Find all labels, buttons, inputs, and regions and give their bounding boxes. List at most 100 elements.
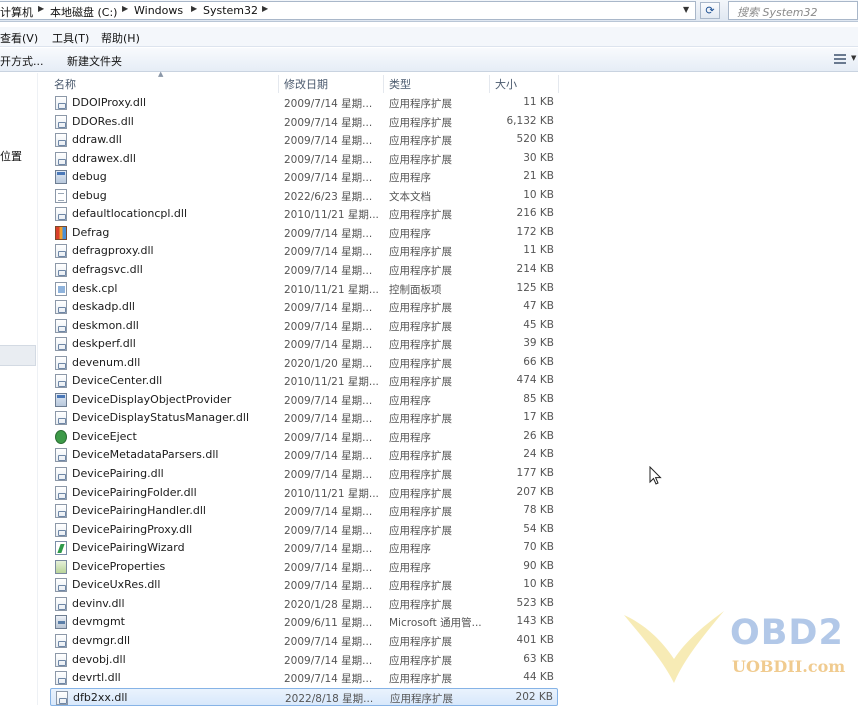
- file-name: DDOIProxy.dll: [72, 96, 146, 109]
- file-row[interactable]: DevicePairing.dll 2009/7/14 星期... 应用程序扩展 17…: [50, 465, 558, 483]
- file-row[interactable]: DeviceProperties 2009/7/14 星期... 应用程序 90 KB: [50, 558, 558, 576]
- file-date: 2009/7/14 星期...: [284, 562, 373, 574]
- file-row[interactable]: DevicePairingFolder.dll 2010/11/21 星期... 应…: [50, 484, 558, 502]
- breadcrumb[interactable]: 计算机 ▶ 本地磁盘 (C:) ▶ Windows ▶ System32 ▶ ▼: [0, 1, 696, 20]
- file-type: 应用程序: [389, 395, 431, 407]
- file-date: 2009/7/14 星期...: [284, 543, 373, 555]
- file-name: devenum.dll: [72, 356, 141, 369]
- column-divider[interactable]: [558, 75, 559, 93]
- file-row[interactable]: DDOIProxy.dll 2009/7/14 星期... 应用程序扩展 11 KB: [50, 94, 558, 112]
- nav-item-selected[interactable]: [0, 345, 36, 366]
- dll-file-icon: [55, 448, 67, 462]
- file-size: 177 KB: [516, 467, 554, 479]
- command-bar: 开方式... 新建文件夹 ▼: [0, 48, 858, 72]
- breadcrumb-separator-icon[interactable]: ▶: [38, 4, 44, 13]
- file-row[interactable]: DeviceCenter.dll 2010/11/21 星期... 应用程序扩展 47…: [50, 372, 558, 390]
- file-row[interactable]: debug 2009/7/14 星期... 应用程序 21 KB: [50, 168, 558, 186]
- breadcrumb-separator-icon[interactable]: ▶: [191, 4, 197, 13]
- dll-file-icon: [55, 523, 67, 537]
- refresh-button[interactable]: ⟳: [700, 2, 720, 19]
- file-row[interactable]: DeviceDisplayStatusManager.dll 2009/7/14 …: [50, 409, 558, 427]
- file-size: 30 KB: [523, 152, 554, 164]
- file-date: 2020/1/28 星期...: [284, 599, 373, 611]
- dll-file-icon: [55, 653, 67, 667]
- file-row[interactable]: devmgr.dll 2009/7/14 星期... 应用程序扩展 401 KB: [50, 632, 558, 650]
- file-type: 应用程序扩展: [390, 693, 453, 705]
- file-row[interactable]: deskmon.dll 2009/7/14 星期... 应用程序扩展 45 KB: [50, 317, 558, 335]
- breadcrumb-computer[interactable]: 计算机: [0, 4, 33, 20]
- file-type: 应用程序扩展: [389, 413, 452, 425]
- dll-file-icon: [55, 115, 67, 129]
- file-size: 143 KB: [516, 615, 554, 627]
- props-file-icon: [55, 560, 67, 574]
- file-row[interactable]: defragproxy.dll 2009/7/14 星期... 应用程序扩展 11 K…: [50, 242, 558, 260]
- column-divider[interactable]: [383, 75, 384, 93]
- file-date: 2010/11/21 星期...: [284, 376, 379, 388]
- file-type: 应用程序扩展: [389, 265, 452, 277]
- file-row[interactable]: devinv.dll 2020/1/28 星期... 应用程序扩展 523 KB: [50, 595, 558, 613]
- breadcrumb-local-disk[interactable]: 本地磁盘 (C:): [50, 4, 117, 20]
- file-name: DevicePairingProxy.dll: [72, 523, 193, 536]
- view-dropdown-icon[interactable]: ▼: [851, 54, 856, 62]
- file-row[interactable]: deskadp.dll 2009/7/14 星期... 应用程序扩展 47 KB: [50, 298, 558, 316]
- file-row[interactable]: DeviceDisplayObjectProvider 2009/7/14 星期.…: [50, 391, 558, 409]
- file-type: 应用程序扩展: [389, 98, 452, 110]
- new-folder-button[interactable]: 新建文件夹: [67, 53, 122, 69]
- file-row[interactable]: DevicePairingProxy.dll 2009/7/14 星期... 应用程…: [50, 521, 558, 539]
- view-options-icon[interactable]: [834, 53, 848, 65]
- search-input[interactable]: 搜索 System32: [728, 1, 858, 20]
- file-row[interactable]: devrtl.dll 2009/7/14 星期... 应用程序扩展 44 KB: [50, 669, 558, 687]
- breadcrumb-separator-icon[interactable]: ▶: [262, 4, 268, 13]
- file-size: 47 KB: [523, 300, 554, 312]
- file-row[interactable]: deskperf.dll 2009/7/14 星期... 应用程序扩展 39 KB: [50, 335, 558, 353]
- file-row[interactable]: DevicePairingHandler.dll 2009/7/14 星期... 应…: [50, 502, 558, 520]
- file-row[interactable]: devobj.dll 2009/7/14 星期... 应用程序扩展 63 KB: [50, 651, 558, 669]
- file-size: 17 KB: [523, 411, 554, 423]
- address-dropdown-icon[interactable]: ▼: [683, 5, 689, 14]
- file-row[interactable]: Defrag 2009/7/14 星期... 应用程序 172 KB: [50, 224, 558, 242]
- menu-tools[interactable]: 工具(T): [52, 30, 89, 46]
- file-name: devmgmt: [72, 615, 125, 628]
- file-row[interactable]: DevicePairingWizard 2009/7/14 星期... 应用程序 70…: [50, 539, 558, 557]
- column-divider[interactable]: [278, 75, 279, 93]
- column-divider[interactable]: [489, 75, 490, 93]
- file-row[interactable]: DeviceEject 2009/7/14 星期... 应用程序 26 KB: [50, 428, 558, 446]
- breadcrumb-system32[interactable]: System32: [203, 4, 258, 17]
- breadcrumb-windows[interactable]: Windows: [134, 4, 183, 17]
- file-row[interactable]: dfb2xx.dll 2022/8/18 星期... 应用程序扩展 202 KB: [50, 688, 558, 706]
- file-row[interactable]: debug 2022/6/23 星期... 文本文档 10 KB: [50, 187, 558, 205]
- dll-file-icon: [55, 96, 67, 110]
- file-date: 2009/7/14 星期...: [284, 321, 373, 333]
- file-date: 2009/7/14 星期...: [284, 246, 373, 258]
- file-row[interactable]: defaultlocationcpl.dll 2010/11/21 星期... 应用…: [50, 205, 558, 223]
- file-name: DeviceEject: [72, 430, 137, 443]
- column-header-size[interactable]: 大小: [495, 76, 517, 92]
- menu-help[interactable]: 帮助(H): [101, 30, 140, 46]
- file-row[interactable]: devenum.dll 2020/1/20 星期... 应用程序扩展 66 KB: [50, 354, 558, 372]
- file-name: devinv.dll: [72, 597, 125, 610]
- file-name: debug: [72, 189, 107, 202]
- file-name: defragsvc.dll: [72, 263, 143, 276]
- file-date: 2009/7/14 星期...: [284, 154, 373, 166]
- column-header-name[interactable]: 名称: [54, 76, 76, 92]
- file-name: devrtl.dll: [72, 671, 121, 684]
- file-size: 202 KB: [515, 691, 553, 703]
- column-header-date[interactable]: 修改日期: [284, 76, 328, 92]
- file-size: 78 KB: [523, 504, 554, 516]
- file-row[interactable]: ddraw.dll 2009/7/14 星期... 应用程序扩展 520 KB: [50, 131, 558, 149]
- breadcrumb-separator-icon[interactable]: ▶: [122, 4, 128, 13]
- watermark-url: UOBDII.com: [732, 657, 846, 676]
- file-name: dfb2xx.dll: [73, 691, 128, 704]
- file-row[interactable]: DDORes.dll 2009/7/14 星期... 应用程序扩展 6,132 KB: [50, 113, 558, 131]
- nav-item-label[interactable]: 位置: [0, 148, 22, 164]
- file-row[interactable]: defragsvc.dll 2009/7/14 星期... 应用程序扩展 214 KB: [50, 261, 558, 279]
- open-with-button[interactable]: 开方式...: [0, 53, 44, 69]
- file-name: DevicePairingHandler.dll: [72, 504, 206, 517]
- file-row[interactable]: DeviceMetadataParsers.dll 2009/7/14 星期...…: [50, 446, 558, 464]
- file-row[interactable]: ddrawex.dll 2009/7/14 星期... 应用程序扩展 30 KB: [50, 150, 558, 168]
- menu-view[interactable]: 查看(V): [0, 30, 38, 46]
- file-row[interactable]: desk.cpl 2010/11/21 星期... 控制面板项 125 KB: [50, 280, 558, 298]
- column-header-type[interactable]: 类型: [389, 76, 411, 92]
- file-row[interactable]: DeviceUxRes.dll 2009/7/14 星期... 应用程序扩展 10 K…: [50, 576, 558, 594]
- file-row[interactable]: devmgmt 2009/6/11 星期... Microsoft 通用管... 14…: [50, 613, 558, 631]
